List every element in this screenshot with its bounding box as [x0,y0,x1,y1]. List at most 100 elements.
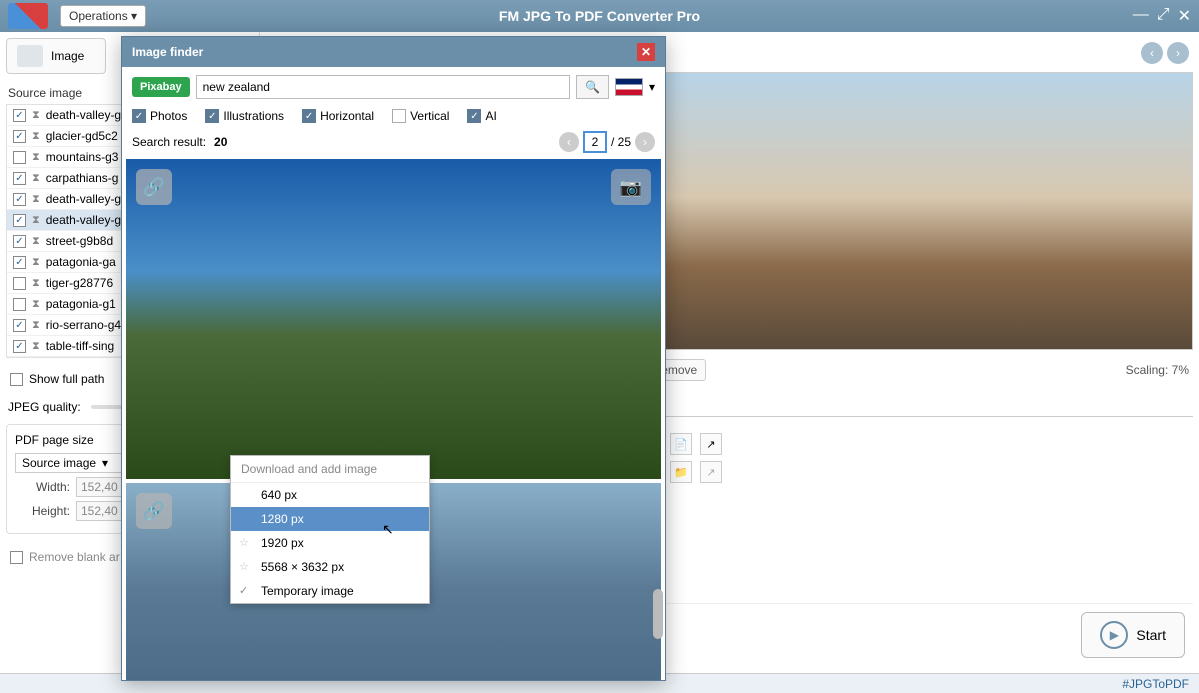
size-label: 5568 × 3632 px [261,560,344,574]
page-input[interactable] [583,131,607,153]
next-image-button[interactable]: › [1167,42,1189,64]
pdf-icon[interactable]: 📄 [670,433,692,455]
checkbox[interactable]: ✓ [13,319,26,332]
width-label: Width: [15,480,70,494]
app-title: FM JPG To PDF Converter Pro [499,8,700,24]
checkbox[interactable] [13,298,26,311]
remove-blank-label: Remove blank ar [29,550,120,564]
temporary-image-option[interactable]: ✓ Temporary image [231,579,429,603]
hourglass-icon: ⧗ [32,193,40,206]
file-name: patagonia-ga [46,255,116,269]
file-name: death-valley-g [46,192,121,206]
hashtag-link[interactable]: #JPGToPDF [1122,677,1189,691]
filter-photos[interactable]: ✓Photos [132,109,187,123]
link-icon[interactable]: 🔗 [136,493,172,529]
check-icon: ✓ [239,584,248,597]
search-icon: 🔍 [585,80,600,94]
checkbox[interactable]: ✓ [13,172,26,185]
search-input[interactable] [196,75,570,99]
camera-icon[interactable]: 📷 [611,169,651,205]
start-button[interactable]: ▶ Start [1081,612,1185,658]
result-thumbnail[interactable]: 🔗 📷 [126,159,661,479]
checkbox[interactable] [13,277,26,290]
hourglass-icon: ⧗ [32,340,40,353]
minimize-icon[interactable]: — [1133,6,1149,26]
file-name: mountains-g3 [46,150,119,164]
result-label: Search result: [132,135,206,149]
link-icon[interactable]: 🔗 [136,169,172,205]
context-menu-header: Download and add image [231,456,429,483]
temp-label: Temporary image [261,584,354,598]
open-external-icon[interactable]: ↗ [700,461,722,483]
checkbox[interactable] [13,151,26,164]
file-name: rio-serrano-g4 [46,318,121,332]
filter-horizontal[interactable]: ✓Horizontal [302,109,374,123]
filter-ai[interactable]: ✓AI [467,109,496,123]
file-name: tiger-g28776 [46,276,113,290]
image-icon [17,45,43,67]
star-icon: ☆ [239,536,249,549]
file-name: street-g9b8d [46,234,113,248]
file-name: patagonia-g1 [46,297,116,311]
dialog-close-button[interactable]: ✕ [637,43,655,61]
hourglass-icon: ⧗ [32,214,40,227]
jpeg-quality-label: JPEG quality: [8,400,81,414]
filter-illustrations[interactable]: ✓Illustrations [205,109,284,123]
filter-label: Vertical [410,109,449,123]
download-size-option[interactable]: ☆ 5568 × 3632 px [231,555,429,579]
checkbox[interactable] [10,373,23,386]
start-label: Start [1136,627,1166,643]
next-page-button[interactable]: › [635,132,655,152]
play-icon: ▶ [1100,621,1128,649]
checkbox[interactable]: ✓ [13,109,26,122]
download-size-option[interactable]: 1280 px [231,507,429,531]
add-image-button[interactable]: Image [6,38,106,74]
provider-badge[interactable]: Pixabay [132,77,190,97]
scrollbar-thumb[interactable] [653,589,663,639]
file-name: death-valley-g [46,213,121,227]
checkbox[interactable]: ✓ [13,214,26,227]
chevron-down-icon: ▾ [649,80,655,94]
download-size-option[interactable]: 640 px [231,483,429,507]
filter-vertical[interactable]: Vertical [392,109,449,123]
language-flag[interactable] [615,78,643,96]
checkbox[interactable] [10,551,23,564]
filter-label: Illustrations [223,109,284,123]
hourglass-icon: ⧗ [32,298,40,311]
close-icon[interactable]: ✕ [1178,6,1191,26]
download-context-menu: Download and add image 640 px 1280 px ☆ 1… [230,455,430,604]
title-bar: Operations ▾ FM JPG To PDF Converter Pro… [0,0,1199,32]
hourglass-icon: ⧗ [32,256,40,269]
scaling-label: Scaling: 7% [1126,363,1189,377]
checkbox[interactable]: ✓ [13,193,26,206]
hourglass-icon: ⧗ [32,235,40,248]
download-size-option[interactable]: ☆ 1920 px [231,531,429,555]
filter-label: AI [485,109,496,123]
checkbox[interactable]: ✓ [13,235,26,248]
hourglass-icon: ⧗ [32,151,40,164]
operations-menu[interactable]: Operations ▾ [60,5,146,27]
size-label: 1920 px [261,536,304,550]
hourglass-icon: ⧗ [32,109,40,122]
page-size-value: Source image [22,456,96,470]
prev-image-button[interactable]: ‹ [1141,42,1163,64]
file-name: death-valley-g [46,108,121,122]
add-image-label: Image [51,49,84,63]
open-external-icon[interactable]: ↗ [700,433,722,455]
checkbox[interactable]: ✓ [13,130,26,143]
folder-icon[interactable]: 📁 [670,461,692,483]
maximize-icon[interactable]: ⤢ [1157,6,1170,26]
page-size-select[interactable]: Source image▾ [15,453,125,473]
prev-page-button[interactable]: ‹ [559,132,579,152]
app-logo [8,3,48,29]
result-count: 20 [214,135,227,149]
filter-label: Horizontal [320,109,374,123]
file-name: carpathians-g [46,171,119,185]
filter-label: Photos [150,109,187,123]
hourglass-icon: ⧗ [32,130,40,143]
checkbox[interactable]: ✓ [13,340,26,353]
search-button[interactable]: 🔍 [576,75,609,99]
page-total: / 25 [611,135,631,149]
star-icon: ☆ [239,560,249,573]
checkbox[interactable]: ✓ [13,256,26,269]
